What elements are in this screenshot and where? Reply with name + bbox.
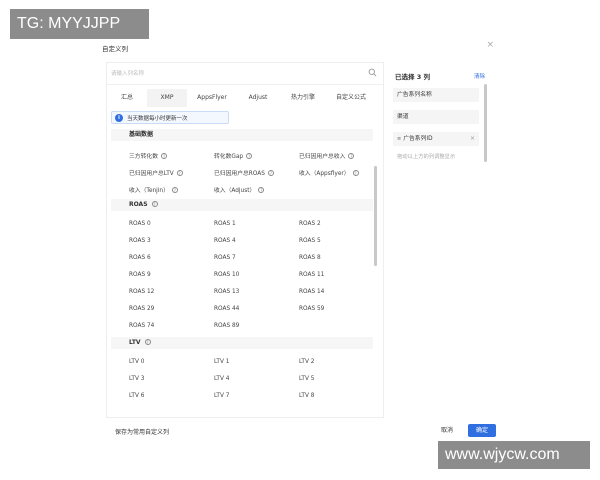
group-title-ltv: LTV? xyxy=(111,337,373,349)
group-label: 基础数据 xyxy=(129,131,154,138)
selected-item: 渠道 xyxy=(393,110,479,124)
list-item[interactable]: ROAS 12 xyxy=(129,289,154,295)
list-item[interactable]: ROAS 74 xyxy=(129,323,154,329)
group-title-basic: 基础数据 xyxy=(111,129,373,141)
watermark-top-left: TG: MYYJJPP xyxy=(10,9,149,39)
item-label: 收入（Appsflyer） xyxy=(299,171,350,177)
column-list: 基础数据 三方转化数? 转化数Gap? 已归因用户总收入? 已归因用户总LTV?… xyxy=(111,129,373,417)
confirm-button[interactable]: 确定 xyxy=(468,424,496,437)
list-item[interactable]: ROAS 5 xyxy=(299,238,321,244)
list-item[interactable]: 已归因用户总LTV? xyxy=(129,168,183,177)
drag-handle-icon[interactable]: ≡ xyxy=(397,132,401,146)
list-scrollbar[interactable] xyxy=(374,166,377,266)
list-item[interactable]: LTV 5 xyxy=(299,376,314,382)
close-icon[interactable]: × xyxy=(486,40,494,50)
list-item[interactable]: ROAS 8 xyxy=(299,255,321,261)
list-item[interactable]: ROAS 89 xyxy=(214,323,239,329)
tab-summary[interactable]: 汇总 xyxy=(107,89,147,107)
list-item[interactable]: ROAS 13 xyxy=(214,289,239,295)
selected-item[interactable]: ≡ 广告系列ID × xyxy=(393,132,479,146)
dialog-title: 自定义列 xyxy=(102,45,128,53)
item-label: 三方转化数 xyxy=(129,154,158,160)
help-icon[interactable]: ? xyxy=(267,170,274,176)
search-input[interactable] xyxy=(111,67,361,81)
group-label: LTV xyxy=(129,339,141,346)
tab-appsflyer[interactable]: AppsFlyer xyxy=(187,89,237,107)
item-label: 已归因用户总收入 xyxy=(299,154,346,160)
list-item[interactable]: LTV 3 xyxy=(129,376,144,382)
list-item[interactable]: LTV 7 xyxy=(214,393,229,399)
list-item[interactable]: ROAS 29 xyxy=(129,306,154,312)
list-item[interactable]: LTV 1 xyxy=(214,359,229,365)
tab-xmp[interactable]: XMP xyxy=(147,89,187,107)
list-item[interactable]: ROAS 4 xyxy=(214,238,236,244)
item-label: 收入（Tenjin） xyxy=(129,188,169,194)
group-title-roas: ROAS? xyxy=(111,199,373,211)
save-as-common-link[interactable]: 保存为常用自定义列 xyxy=(115,427,169,436)
list-item[interactable]: ROAS 6 xyxy=(129,255,151,261)
list-item[interactable]: ROAS 59 xyxy=(299,306,324,312)
list-item[interactable]: ROAS 11 xyxy=(299,272,324,278)
watermark-bottom-right: www.wjycw.com xyxy=(438,441,590,469)
tab-custom-formula[interactable]: 自定义公式 xyxy=(327,89,375,107)
list-item[interactable]: LTV 8 xyxy=(299,393,314,399)
selected-columns-panel: 已选择 3 列 清除 广告系列名称 渠道 ≡ 广告系列ID × 拖动以上方的列调整显… xyxy=(393,64,491,418)
custom-columns-dialog: 自定义列 × 汇总 XMP AppsFlyer Adjust 热力引擎 自定义公… xyxy=(96,36,502,446)
list-item[interactable]: 已归因用户总收入? xyxy=(299,151,355,160)
selected-scrollbar[interactable] xyxy=(484,84,487,162)
list-item[interactable]: ROAS 0 xyxy=(129,221,151,227)
column-picker-panel: 汇总 XMP AppsFlyer Adjust 热力引擎 自定义公式 i 当天数… xyxy=(106,62,384,418)
selected-item: 广告系列名称 xyxy=(393,88,479,102)
selected-count-title: 已选择 3 列 xyxy=(395,73,431,81)
list-item[interactable]: ROAS 7 xyxy=(214,255,236,261)
search-bar xyxy=(107,63,383,85)
list-item[interactable]: LTV 4 xyxy=(214,376,229,382)
clear-button[interactable]: 清除 xyxy=(474,72,485,80)
help-icon[interactable]: ? xyxy=(348,153,355,159)
item-label: 收入（Adjust） xyxy=(214,188,256,194)
list-item[interactable]: 收入（Appsflyer）? xyxy=(299,168,359,177)
help-icon[interactable]: ? xyxy=(176,170,183,176)
list-item[interactable]: ROAS 3 xyxy=(129,238,151,244)
list-item[interactable]: 收入（Tenjin）? xyxy=(129,185,178,194)
list-item[interactable]: 转化数Gap? xyxy=(214,151,253,160)
selected-item-label: 广告系列ID xyxy=(403,136,433,142)
list-item[interactable]: LTV 0 xyxy=(129,359,144,365)
list-item[interactable]: LTV 6 xyxy=(129,393,144,399)
list-item[interactable]: ROAS 1 xyxy=(214,221,236,227)
list-item[interactable]: LTV 2 xyxy=(299,359,314,365)
help-icon[interactable]: ? xyxy=(161,153,167,159)
update-notice: i 当天数据每小时更新一次 xyxy=(111,111,229,124)
info-icon: i xyxy=(115,113,123,122)
list-item[interactable]: ROAS 10 xyxy=(214,272,239,278)
remove-icon[interactable]: × xyxy=(470,132,475,146)
list-item[interactable]: ROAS 14 xyxy=(299,289,324,295)
list-item[interactable]: 收入（Adjust）? xyxy=(214,185,265,194)
group-label: ROAS xyxy=(129,201,148,208)
cancel-button[interactable]: 取消 xyxy=(432,424,462,437)
drag-hint: 拖动以上方的列调整显示 xyxy=(397,154,456,160)
list-item[interactable]: ROAS 2 xyxy=(299,221,321,227)
search-icon[interactable] xyxy=(368,68,377,77)
item-label: 已归因用户总LTV xyxy=(129,171,174,177)
notice-text: 当天数据每小时更新一次 xyxy=(127,115,188,122)
list-item[interactable]: 三方转化数? xyxy=(129,151,167,160)
list-item[interactable]: 已归因用户总ROAS? xyxy=(214,168,274,177)
help-icon[interactable]: ? xyxy=(144,339,151,345)
selected-item-label: 广告系列名称 xyxy=(397,92,432,98)
list-item[interactable]: ROAS 44 xyxy=(214,306,239,312)
item-label: 转化数Gap xyxy=(214,154,244,160)
tab-heat-engine[interactable]: 热力引擎 xyxy=(279,89,327,107)
help-icon[interactable]: ? xyxy=(151,201,158,207)
tab-adjust[interactable]: Adjust xyxy=(237,89,279,107)
source-tabs: 汇总 XMP AppsFlyer Adjust 热力引擎 自定义公式 xyxy=(107,89,383,107)
help-icon[interactable]: ? xyxy=(246,153,253,159)
item-label: 已归因用户总ROAS xyxy=(214,171,265,177)
selected-item-label: 渠道 xyxy=(397,114,409,120)
help-icon[interactable]: ? xyxy=(258,187,265,193)
help-icon[interactable]: ? xyxy=(171,187,178,193)
help-icon[interactable]: ? xyxy=(352,170,359,176)
list-item[interactable]: ROAS 9 xyxy=(129,272,151,278)
